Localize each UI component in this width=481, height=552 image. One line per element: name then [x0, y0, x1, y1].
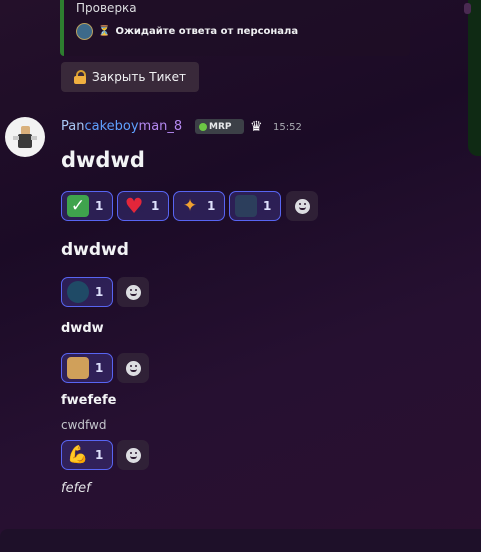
check-mark-icon: ✓: [67, 195, 89, 217]
embed-status: ⏳ Ожидайте ответа от персонала: [76, 23, 298, 40]
close-ticket-button[interactable]: Закрыть Тикет: [61, 62, 199, 92]
smile-icon: [125, 284, 141, 300]
ticket-embed: Проверка ⏳ Ожидайте ответа от персонала: [60, 0, 410, 56]
reaction-count: 1: [95, 199, 104, 213]
add-reaction-button[interactable]: [286, 191, 318, 221]
smile-icon: [294, 198, 310, 214]
status-text: Ожидайте ответа от персонала: [115, 26, 299, 37]
add-reaction-button[interactable]: [117, 353, 149, 383]
reaction-count: 1: [95, 361, 104, 375]
message-line-6: fefef: [61, 481, 91, 496]
smile-icon: [125, 360, 141, 376]
smile-icon: [125, 447, 141, 463]
embed-title: Проверка: [76, 1, 137, 15]
reaction-count: 1: [95, 448, 104, 462]
reaction-shield[interactable]: 1: [61, 277, 113, 307]
party-popper-icon: ✦: [182, 196, 198, 216]
reaction-muscle[interactable]: 💪 1: [61, 440, 113, 470]
hourglass-icon: ⏳: [98, 26, 111, 37]
message-composer[interactable]: [0, 529, 481, 552]
custom-emoji-icon: [235, 195, 257, 217]
author-name[interactable]: Pancakeboyman_8: [61, 119, 182, 134]
scrollbar-thumb[interactable]: [464, 3, 471, 14]
message-line-2: dwdwd: [61, 240, 129, 260]
reaction-heart[interactable]: ♥ 1: [117, 191, 169, 221]
reaction-count: 1: [263, 199, 272, 213]
reaction-party[interactable]: ✦ 1: [173, 191, 225, 221]
bot-avatar-icon: [76, 23, 93, 40]
add-reaction-button[interactable]: [117, 277, 149, 307]
reaction-count: 1: [95, 285, 104, 299]
side-panel: [468, 0, 481, 156]
leaf-icon: [199, 122, 207, 131]
user-avatar[interactable]: [5, 117, 45, 157]
lock-icon: [74, 70, 86, 84]
reaction-check[interactable]: ✓ 1: [61, 191, 113, 221]
message-line-4: fwefefe: [61, 393, 117, 408]
doge-icon: [67, 357, 89, 379]
close-ticket-label: Закрыть Тикет: [92, 70, 187, 84]
reaction-doge[interactable]: 1: [61, 353, 113, 383]
timestamp: 15:52: [273, 122, 302, 133]
reaction-count: 1: [151, 199, 160, 213]
reaction-count: 1: [207, 199, 216, 213]
shield-emblem-icon: [67, 281, 89, 303]
message-line-5: cwdfwd: [61, 418, 107, 432]
message-line-1: dwdwd: [61, 148, 145, 172]
heart-icon: ♥: [124, 194, 144, 218]
add-reaction-button[interactable]: [117, 440, 149, 470]
server-tag-badge[interactable]: MRP: [195, 119, 244, 134]
reaction-custom[interactable]: 1: [229, 191, 281, 221]
crown-icon: ♛: [250, 119, 263, 135]
message-line-3: dwdw: [61, 321, 104, 336]
flexed-biceps-icon: 💪: [67, 445, 89, 465]
badge-text: MRP: [209, 121, 232, 132]
